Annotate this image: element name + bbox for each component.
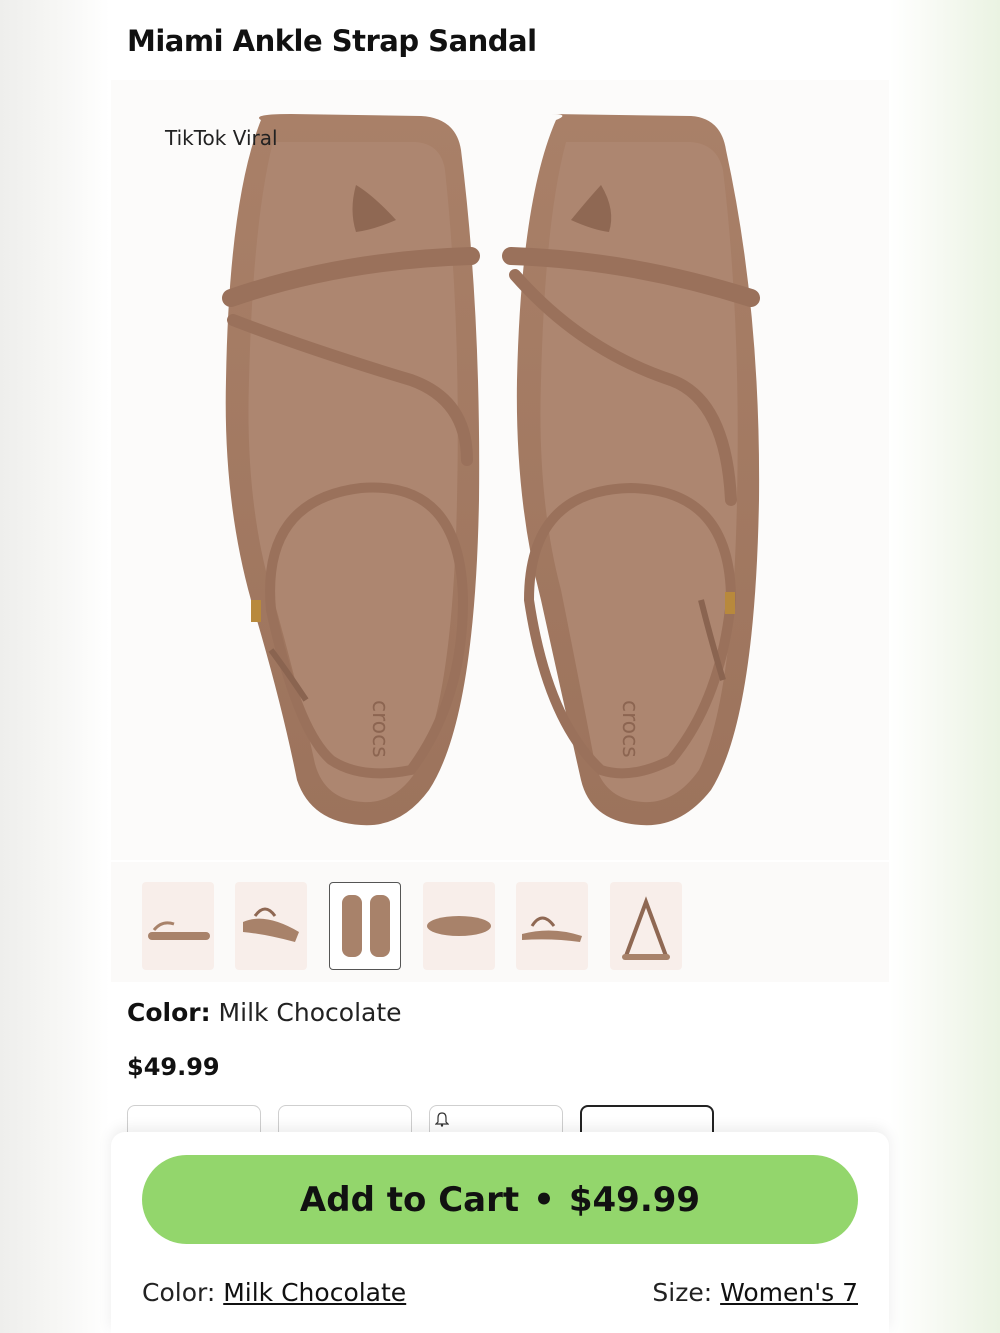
sheet-color-link[interactable]: Milk Chocolate: [223, 1278, 406, 1307]
sheet-size-label: Size:: [652, 1278, 713, 1307]
sandal-sole-icon: [427, 916, 491, 936]
sandal-back-icon: [622, 896, 670, 960]
sheet-size: Size: Women's 7: [652, 1278, 858, 1307]
thumbnail-back-view[interactable]: [610, 882, 682, 970]
color-selection: Color: Milk Chocolate: [127, 998, 402, 1027]
cart-label: Add to Cart: [299, 1179, 520, 1220]
cart-price: $49.99: [568, 1179, 701, 1220]
product-title: Miami Ankle Strap Sandal: [127, 24, 537, 58]
sandal-top-icon: [342, 895, 390, 957]
bell-icon: [435, 1112, 449, 1127]
cart-separator: •: [533, 1179, 555, 1220]
sheet-size-link[interactable]: Women's 7: [720, 1278, 858, 1307]
sandal-side-icon: [148, 921, 210, 940]
right-sandal: crocs: [502, 114, 760, 826]
thumbnail-side-view[interactable]: [142, 882, 214, 970]
color-label: Color:: [127, 998, 211, 1027]
thumbnail-strip: [111, 862, 889, 982]
thumbnail-top-pair-view[interactable]: [329, 882, 401, 970]
product-hero-image[interactable]: crocs crocs TikTok Viral: [111, 80, 889, 860]
sheet-color-label: Color:: [142, 1278, 216, 1307]
add-to-cart-button[interactable]: Add to Cart • $49.99: [142, 1155, 858, 1244]
add-to-cart-sheet: Add to Cart • $49.99 Color: Milk Chocola…: [111, 1132, 889, 1333]
sandal-angle-icon-2: [522, 916, 582, 942]
thumbnail-sole-view[interactable]: [423, 882, 495, 970]
tiktok-viral-badge: TikTok Viral: [165, 126, 278, 150]
thumbnail-angle-view-2[interactable]: [516, 882, 588, 970]
product-price: $49.99: [127, 1053, 220, 1081]
svg-text:crocs: crocs: [367, 700, 392, 758]
sandal-pair-image: crocs crocs: [222, 114, 760, 826]
thumbnail-angle-view[interactable]: [235, 882, 307, 970]
svg-text:crocs: crocs: [617, 700, 642, 758]
color-value: Milk Chocolate: [218, 998, 402, 1027]
sheet-color: Color: Milk Chocolate: [142, 1278, 406, 1307]
left-sandal: crocs: [222, 114, 480, 826]
sandal-angle-icon: [243, 907, 299, 942]
